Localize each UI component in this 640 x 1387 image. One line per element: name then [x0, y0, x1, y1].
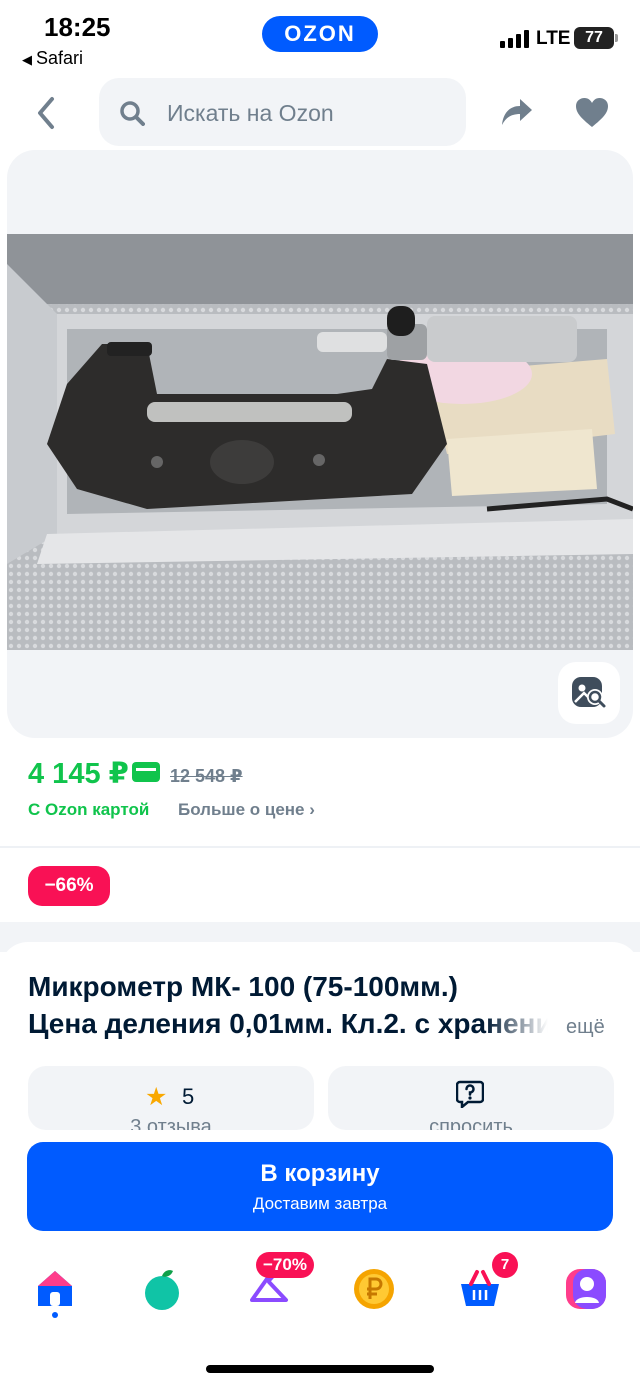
nav-fresh[interactable] [139, 1266, 185, 1312]
back-to-safari-link[interactable]: ◀ Safari [22, 48, 83, 69]
discount-badge: −66% [28, 866, 110, 906]
apple-icon [145, 1270, 179, 1310]
chevron-left-icon [38, 97, 54, 129]
cart-count-badge: 7 [492, 1252, 518, 1278]
ozon-card-icon [132, 762, 160, 782]
back-triangle-icon: ◀ [22, 52, 32, 67]
bottom-nav: −70% 7 [0, 1240, 640, 1387]
profile-icon [566, 1269, 606, 1309]
back-app-label: Safari [36, 48, 84, 68]
search-header: Искать на Ozon [0, 75, 640, 155]
favorite-button[interactable] [575, 97, 609, 129]
rating-tile[interactable]: ★ 5 3 отзыва [28, 1066, 314, 1130]
heart-icon [576, 98, 608, 127]
home-indicator [206, 1365, 434, 1373]
network-type: LTE [536, 28, 571, 49]
back-button[interactable] [30, 93, 64, 133]
rating-value: 5 [182, 1084, 195, 1109]
delivery-label: Доставим завтра [252, 1194, 388, 1213]
reviews-count: 3 отзыва [130, 1116, 212, 1130]
price-block: 4 145 ₽ 12 548 ₽ С Ozon картой Больше о … [0, 746, 640, 846]
add-to-cart-label: В корзину [260, 1160, 380, 1187]
ask-label: спросить [429, 1116, 513, 1130]
add-to-cart-button[interactable]: В корзину Доставим завтра [27, 1142, 613, 1231]
ozon-card-label: С Ozon картой [28, 800, 150, 819]
old-price: 12 548 ₽ [170, 766, 243, 786]
ozon-logo: OZON [262, 16, 378, 52]
share-icon [502, 99, 532, 125]
search-placeholder: Искать на Ozon [167, 100, 334, 126]
clock: 18:25 [44, 12, 111, 42]
home-icon [38, 1271, 72, 1306]
price-with-card: 4 145 ₽ [28, 758, 129, 790]
product-gallery[interactable] [7, 150, 633, 738]
more-about-price-link[interactable]: Больше о цене › [178, 800, 315, 820]
visual-search-button[interactable] [558, 662, 620, 724]
product-title-line1: Микрометр МК- 100 (75-100мм.) [28, 971, 458, 1002]
nav-profile[interactable] [563, 1266, 609, 1312]
search-input[interactable]: Искать на Ozon [99, 78, 466, 146]
promo-badge: −70% [256, 1252, 314, 1278]
product-photo[interactable] [7, 234, 633, 650]
visual-search-icon [572, 677, 606, 708]
signal-icon [500, 30, 530, 48]
share-button[interactable] [500, 95, 534, 129]
title-more-link[interactable]: ещё [566, 1016, 605, 1039]
divider [0, 846, 640, 848]
search-icon [120, 101, 145, 126]
nav-home[interactable] [32, 1266, 78, 1312]
star-icon: ★ [145, 1083, 168, 1111]
ruble-coin-icon [354, 1269, 394, 1309]
nav-points[interactable] [351, 1266, 397, 1312]
status-bar: 18:25 ◀ Safari OZON LTE 77 [0, 0, 640, 75]
active-indicator [52, 1312, 58, 1318]
question-bubble-icon [456, 1080, 484, 1108]
product-title-line2: Цена деления 0,01мм. Кл.2. с хранением [28, 1008, 548, 1039]
ask-question-tile[interactable]: спросить [328, 1066, 614, 1130]
battery-icon: 77 [574, 27, 618, 49]
